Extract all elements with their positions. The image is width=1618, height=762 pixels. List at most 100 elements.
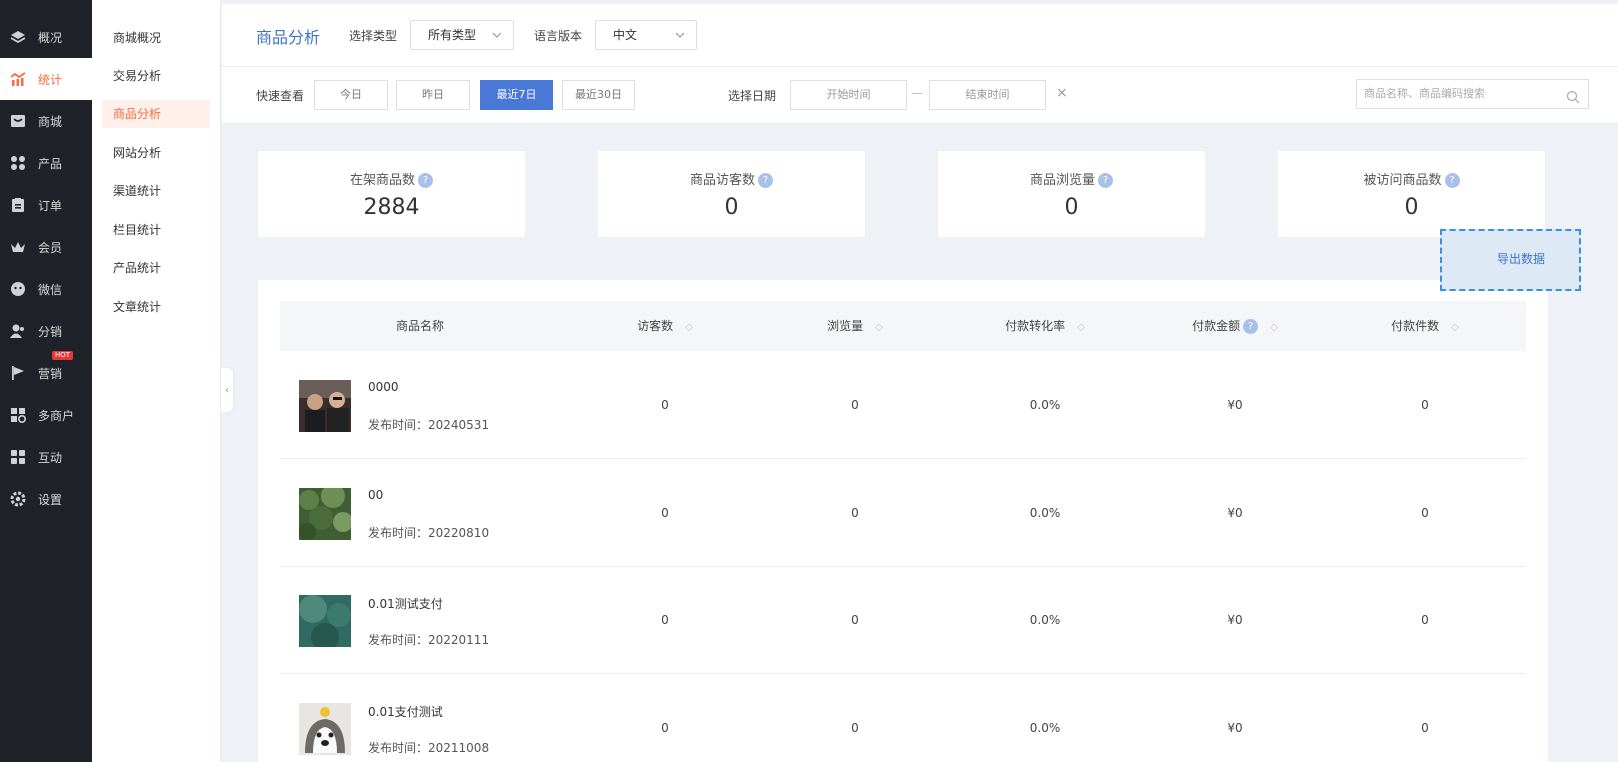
product-name[interactable]: 0.01支付测试	[368, 703, 443, 720]
sidebar-item-label: 微信	[38, 282, 63, 297]
yesterday-button[interactable]: 昨日	[396, 80, 470, 110]
submenu-item-mall-overview[interactable]: 商城概况	[102, 24, 210, 52]
product-search-input[interactable]: 商品名称、商品编码搜索	[1356, 79, 1589, 109]
cell-conversion: 0.0%	[1029, 613, 1061, 627]
product-thumbnail[interactable]	[299, 380, 351, 432]
start-date-input[interactable]: 开始时间	[790, 80, 907, 110]
product-publish-date: 发布时间：20240531	[368, 418, 490, 432]
column-label: 商品名称	[395, 319, 444, 333]
type-select[interactable]: 所有类型	[410, 20, 514, 50]
last-30-days-button[interactable]: 最近30日	[562, 80, 635, 110]
store-icon	[9, 406, 27, 424]
submenu-item-column-stats[interactable]: 栏目统计	[102, 216, 210, 244]
export-data-button[interactable]: 导出数据	[1440, 229, 1581, 291]
cell-views: 0	[851, 613, 859, 627]
stat-value: 0	[1064, 195, 1079, 220]
sidebar-item-overview[interactable]: 概况	[0, 16, 92, 58]
clear-date-icon[interactable]: ×	[1056, 85, 1068, 101]
sidebar-item-multi-merchant[interactable]: 多商户	[0, 394, 92, 436]
cell-quantity: 0	[1421, 721, 1429, 735]
submenu-item-site-analysis[interactable]: 网站分析	[102, 139, 210, 167]
submenu-item-product-stats[interactable]: 产品统计	[102, 254, 210, 282]
sub-menu: 商城概况 交易分析 商品分析 网站分析 渠道统计 栏目统计 产品统计 文章统计	[92, 0, 221, 762]
users-icon	[9, 322, 27, 340]
cell-views: 0	[851, 506, 859, 520]
stat-title: 商品访客数	[689, 173, 755, 188]
lang-label: 语言版本	[534, 29, 583, 43]
table-row: 0.01测试支付 发布时间：20220111 0 0 0.0% ¥0 0	[280, 567, 1526, 674]
wechat-icon	[9, 280, 27, 298]
column-label: 浏览量	[827, 319, 864, 333]
sidebar-item-label: 订单	[38, 198, 63, 213]
cell-conversion: 0.0%	[1029, 506, 1061, 520]
last-7-days-button[interactable]: 最近7日	[480, 80, 553, 110]
sidebar-item-distribution[interactable]: 分销	[0, 310, 92, 352]
sidebar-item-interaction[interactable]: 互动	[0, 436, 92, 478]
stat-title: 被访问商品数	[1363, 173, 1442, 188]
column-header-amount[interactable]: 付款金额? ◇	[1160, 301, 1310, 351]
sort-icon[interactable]: ◇	[875, 322, 883, 333]
sidebar-item-label: 营销	[38, 366, 63, 381]
gear-icon	[9, 490, 27, 508]
type-label: 选择类型	[349, 29, 398, 43]
cell-visitors: 0	[661, 398, 669, 412]
sidebar-item-settings[interactable]: 设置	[0, 478, 92, 520]
sidebar-item-wechat[interactable]: 微信	[0, 268, 92, 310]
stat-value: 0	[724, 195, 739, 220]
help-icon[interactable]: ?	[1098, 173, 1113, 188]
column-header-quantity[interactable]: 付款件数 ◇	[1350, 301, 1500, 351]
product-thumbnail[interactable]	[299, 595, 351, 651]
sort-icon[interactable]: ◇	[685, 322, 693, 333]
product-thumbnail[interactable]	[299, 703, 351, 755]
sidebar-item-members[interactable]: 会员	[0, 226, 92, 268]
sort-icon[interactable]: ◇	[1270, 322, 1278, 333]
date-range-dash: —	[911, 86, 923, 100]
product-name[interactable]: 00	[368, 488, 383, 502]
sidebar-item-label: 互动	[38, 450, 63, 465]
product-name[interactable]: 0.01测试支付	[368, 595, 443, 612]
sidebar-item-products[interactable]: 产品	[0, 142, 92, 184]
help-icon[interactable]: ?	[1243, 319, 1259, 334]
main-sidebar: 概况 统计 商城 产品 订单 会员 微信 分销 营销 HOT 多商户 互动 设置	[0, 0, 92, 762]
product-table-panel: 商品名称 访客数 ◇ 浏览量 ◇ 付款转化率 ◇ 付款金额? ◇ 付款件数 ◇ 0000 …	[258, 280, 1548, 762]
cell-amount: ¥0	[1227, 613, 1243, 627]
search-icon[interactable]	[1566, 87, 1580, 104]
grid-icon	[9, 154, 27, 172]
column-label: 付款金额	[1192, 319, 1241, 333]
type-select-value: 所有类型	[428, 28, 477, 42]
product-thumbnail[interactable]	[298, 484, 353, 541]
table-row: 0000 发布时间：20240531 0 0 0.0% ¥0 0	[280, 352, 1526, 459]
apps-icon	[9, 448, 27, 466]
submenu-item-trade-analysis[interactable]: 交易分析	[102, 62, 210, 90]
page-title: 商品分析	[256, 28, 321, 47]
end-date-input[interactable]: 结束时间	[929, 80, 1046, 110]
column-header-conversion[interactable]: 付款转化率 ◇	[970, 301, 1120, 351]
product-name[interactable]: 0000	[368, 380, 399, 394]
submenu-item-channel-stats[interactable]: 渠道统计	[102, 177, 210, 205]
today-button[interactable]: 今日	[314, 80, 388, 110]
help-icon[interactable]: ?	[758, 173, 773, 188]
sidebar-item-statistics[interactable]: 统计	[0, 58, 92, 100]
quick-view-label: 快速查看	[256, 89, 305, 103]
sidebar-item-marketing[interactable]: 营销 HOT	[0, 351, 92, 394]
collapse-submenu-button[interactable]: ‹	[221, 368, 233, 412]
help-icon[interactable]: ?	[1444, 173, 1460, 188]
product-publish-date: 发布时间：20220810	[368, 526, 490, 540]
crown-icon	[9, 238, 27, 256]
sort-icon[interactable]: ◇	[1451, 322, 1459, 333]
cell-conversion: 0.0%	[1029, 721, 1061, 735]
column-header-views[interactable]: 浏览量 ◇	[790, 301, 920, 351]
sidebar-item-orders[interactable]: 订单	[0, 184, 92, 226]
sidebar-item-label: 商城	[38, 114, 63, 129]
chart-icon	[9, 70, 27, 88]
cell-amount: ¥0	[1227, 721, 1243, 735]
submenu-item-product-analysis[interactable]: 商品分析	[102, 100, 210, 128]
help-icon[interactable]: ?	[418, 173, 433, 188]
stat-value: 0	[1404, 195, 1419, 220]
sort-icon[interactable]: ◇	[1077, 322, 1085, 333]
cell-quantity: 0	[1421, 613, 1429, 627]
column-header-visitors[interactable]: 访客数 ◇	[600, 301, 730, 351]
lang-select[interactable]: 中文	[595, 20, 697, 50]
sidebar-item-mall[interactable]: 商城	[0, 100, 92, 142]
submenu-item-article-stats[interactable]: 文章统计	[102, 293, 210, 321]
